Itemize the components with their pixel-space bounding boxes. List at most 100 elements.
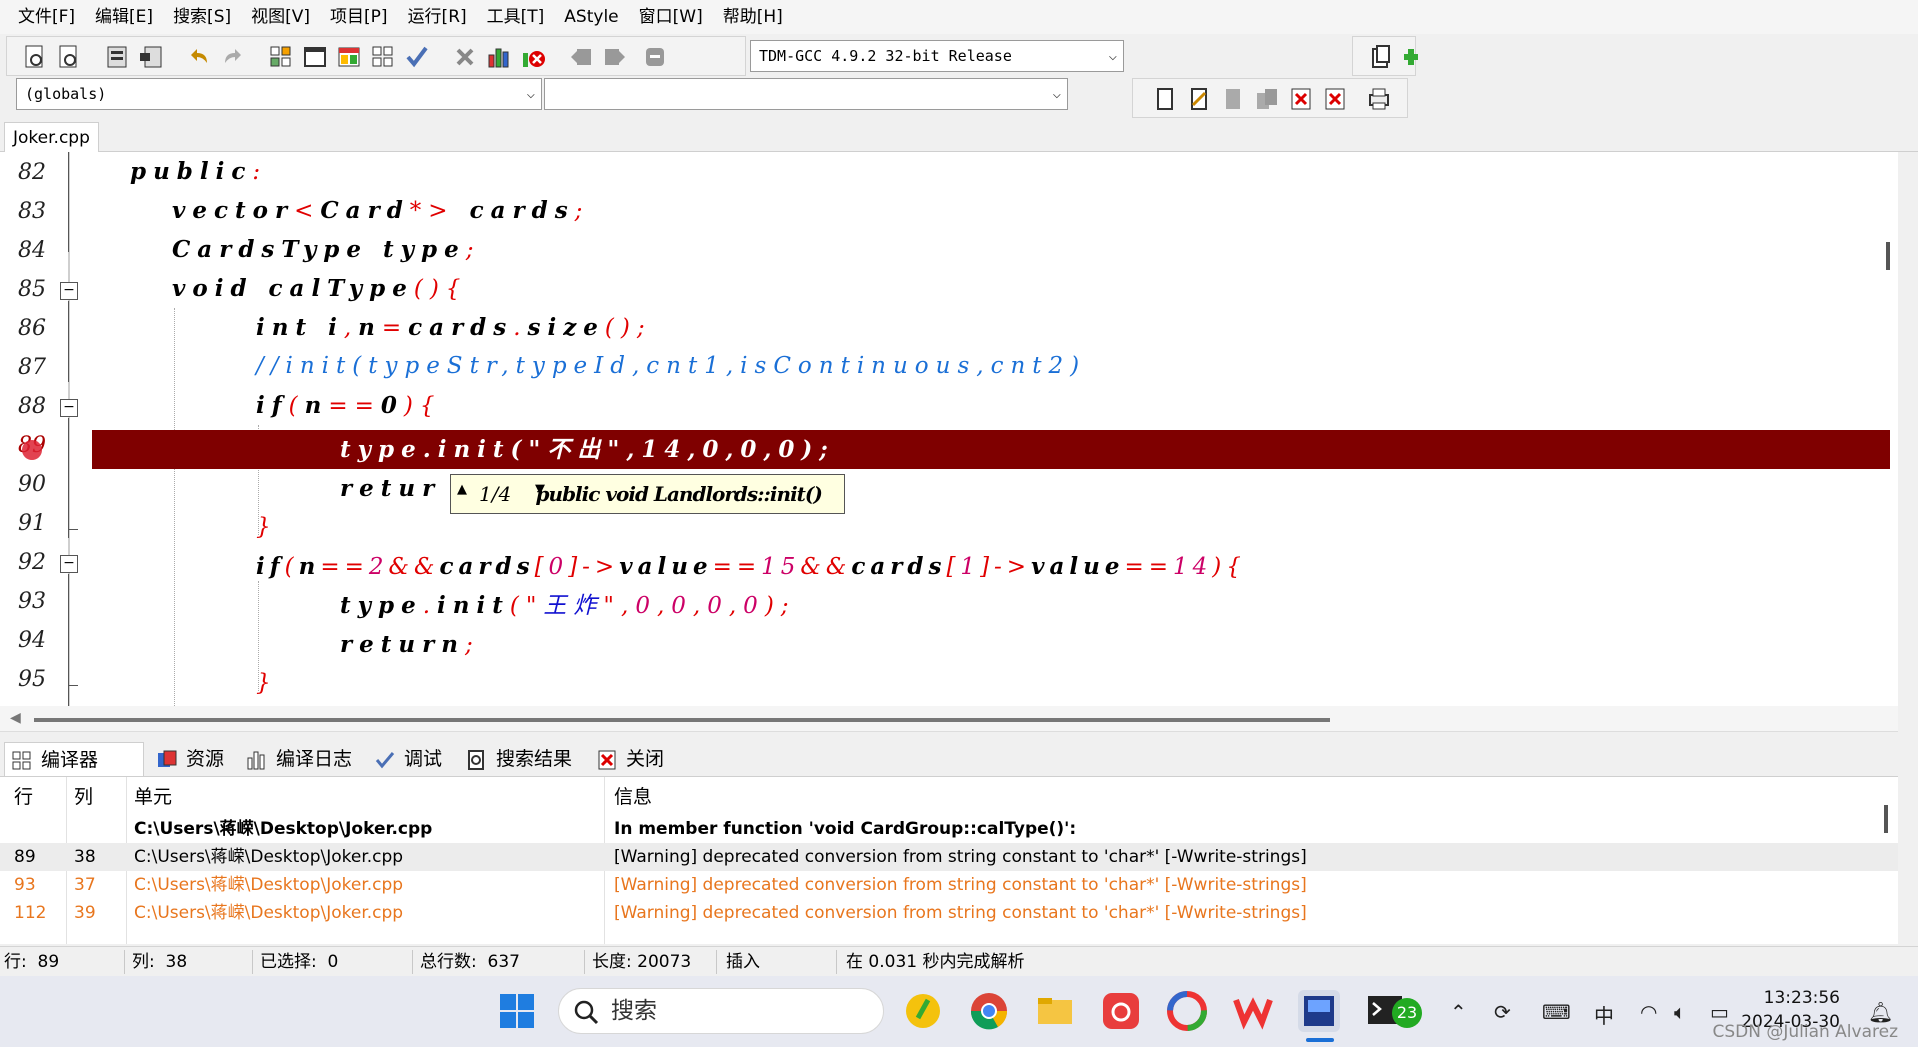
scope-select[interactable]: (globals) ⌵ [16, 78, 542, 110]
open-file-icon[interactable] [55, 43, 83, 71]
keyboard-icon[interactable]: ⌨ [1542, 1000, 1571, 1024]
notification-bell-icon[interactable]: 🔔︎ [1868, 1000, 1893, 1024]
compiler-select[interactable]: TDM-GCC 4.9.2 32-bit Release ⌵ [750, 40, 1124, 72]
blank-page-icon[interactable] [1151, 85, 1179, 113]
save-all-icon[interactable] [137, 43, 165, 71]
class-browser-icon[interactable] [267, 43, 295, 71]
code-token: 15 [761, 554, 801, 580]
row-line: 93 [14, 875, 36, 895]
column-header-col[interactable]: 列 [74, 783, 93, 811]
wps-icon[interactable] [1232, 990, 1274, 1032]
menu-tools[interactable]: 工具[T] [477, 0, 555, 34]
menu-run[interactable]: 运行[R] [398, 0, 477, 34]
search-icon [574, 1000, 599, 1025]
tooltip-down-arrow-icon[interactable]: ▼ [535, 471, 545, 509]
vertical-scrollbar-thumb[interactable] [1886, 242, 1890, 270]
tab-compiler[interactable]: 编译器 (18) [4, 742, 144, 805]
tab-debug[interactable]: 调试 [368, 742, 452, 776]
music-app-icon[interactable] [902, 990, 944, 1032]
volume-icon[interactable]: 🔈︎ [1674, 1000, 1686, 1024]
code-token: (" [509, 593, 544, 619]
close-page-icon[interactable] [1287, 85, 1315, 113]
window-icon[interactable] [301, 43, 329, 71]
gray-page-icon[interactable] [1219, 85, 1247, 113]
table-row[interactable]: 112 39 C:\Users\蒋嵘\Desktop\Joker.cpp [Wa… [0, 899, 1898, 927]
new-file-icon[interactable] [21, 43, 49, 71]
horizontal-scrollbar-thumb[interactable] [34, 718, 1330, 722]
windows-start-icon[interactable] [496, 990, 538, 1032]
resources-icon [158, 750, 177, 767]
menu-help[interactable]: 帮助[H] [713, 0, 793, 34]
grid-icon[interactable] [369, 43, 397, 71]
add-icon[interactable] [1397, 43, 1418, 71]
delete-profile-icon[interactable] [519, 43, 547, 71]
column-header-unit[interactable]: 单元 [134, 783, 172, 811]
menu-astyle[interactable]: AStyle [554, 0, 628, 34]
menu-project[interactable]: 项目[P] [320, 0, 398, 34]
status-separator [584, 950, 585, 974]
table-row[interactable]: C:\Users\蒋嵘\Desktop\Joker.cpp In member … [0, 815, 1898, 843]
code-token: vector [172, 197, 295, 224]
menu-file[interactable]: 文件[F] [8, 0, 85, 34]
tab-resources[interactable]: 资源 [150, 742, 236, 776]
tooltip-up-arrow-icon[interactable]: ▲ [457, 471, 467, 509]
member-select[interactable]: ⌵ [544, 78, 1068, 110]
wifi-icon[interactable]: ◠ [1640, 1000, 1657, 1024]
check-syntax-icon[interactable] [403, 43, 431, 71]
taskbar-search[interactable]: 搜索 [558, 988, 884, 1034]
color-wheel-app-icon[interactable] [1166, 990, 1208, 1032]
devcpp-icon[interactable] [1298, 990, 1340, 1032]
horizontal-scrollbar[interactable]: ◀ [0, 706, 1898, 732]
messages-scrollbar-thumb[interactable] [1884, 805, 1888, 833]
code-line-91: } [256, 514, 278, 540]
fold-collapse-icon[interactable]: − [60, 282, 78, 300]
chart-icon[interactable] [485, 43, 513, 71]
code-token: 王炸 [543, 593, 604, 619]
chrome-icon[interactable] [968, 990, 1010, 1032]
scroll-left-icon[interactable]: ◀ [10, 710, 21, 726]
file-explorer-icon[interactable] [1034, 990, 1076, 1032]
gray-pages-icon[interactable] [1253, 85, 1281, 113]
code-token: = [381, 315, 409, 341]
comment-icon[interactable] [641, 43, 669, 71]
close-all-icon[interactable] [1321, 85, 1349, 113]
print-icon[interactable] [1365, 85, 1393, 113]
netease-music-icon[interactable] [1100, 990, 1142, 1032]
undo-icon[interactable] [185, 43, 213, 71]
menu-search[interactable]: 搜索[S] [163, 0, 241, 34]
code-token: ; [464, 632, 480, 658]
menu-edit[interactable]: 编辑[E] [85, 0, 163, 34]
tab-compile-log[interactable]: 编译日志 [240, 742, 360, 776]
tab-search-results[interactable]: 搜索结果 [460, 742, 584, 776]
table-row[interactable]: 89 38 C:\Users\蒋嵘\Desktop\Joker.cpp [War… [0, 843, 1898, 871]
indent-left-icon[interactable] [567, 43, 595, 71]
bottom-panel-tabs: 编译器 (18) 资源 编译日志 调试 搜索结果 关闭 [0, 742, 1918, 805]
save-icon[interactable] [103, 43, 131, 71]
indent-right-icon[interactable] [601, 43, 629, 71]
chevron-up-icon[interactable]: ⌃ [1450, 1000, 1467, 1024]
project-options-icon[interactable] [1367, 43, 1395, 71]
fold-collapse-icon[interactable]: − [60, 555, 78, 573]
edit-page-icon[interactable] [1185, 85, 1213, 113]
code-token: ]-> [980, 554, 1032, 580]
tab-label: 搜索结果 [496, 748, 573, 770]
table-row[interactable]: 93 37 C:\Users\蒋嵘\Desktop\Joker.cpp [War… [0, 871, 1898, 899]
column-header-info[interactable]: 信息 [614, 783, 652, 811]
code-token: public [130, 158, 253, 185]
stop-icon[interactable] [451, 43, 479, 71]
file-tab-joker[interactable]: Joker.cpp [4, 122, 99, 152]
ime-indicator[interactable]: 中 [1594, 1000, 1614, 1029]
column-header-line[interactable]: 行 [14, 783, 33, 811]
tab-close[interactable]: 关闭 [590, 742, 672, 776]
battery-icon[interactable]: ▭ [1710, 1000, 1729, 1024]
layout-icon[interactable] [335, 43, 363, 71]
fold-collapse-icon[interactable]: − [60, 399, 78, 417]
redo-icon[interactable] [219, 43, 247, 71]
code-token: ]-> [568, 554, 620, 580]
sync-icon[interactable]: ⟳ [1494, 1000, 1511, 1024]
menu-window[interactable]: 窗口[W] [629, 0, 713, 34]
fold-line [68, 152, 69, 252]
code-editor[interactable]: 82 83 84 85 86 87 88 89 90 91 92 93 94 9… [0, 152, 1898, 706]
breakpoint-marker-icon[interactable] [22, 440, 42, 460]
menu-view[interactable]: 视图[V] [241, 0, 320, 34]
